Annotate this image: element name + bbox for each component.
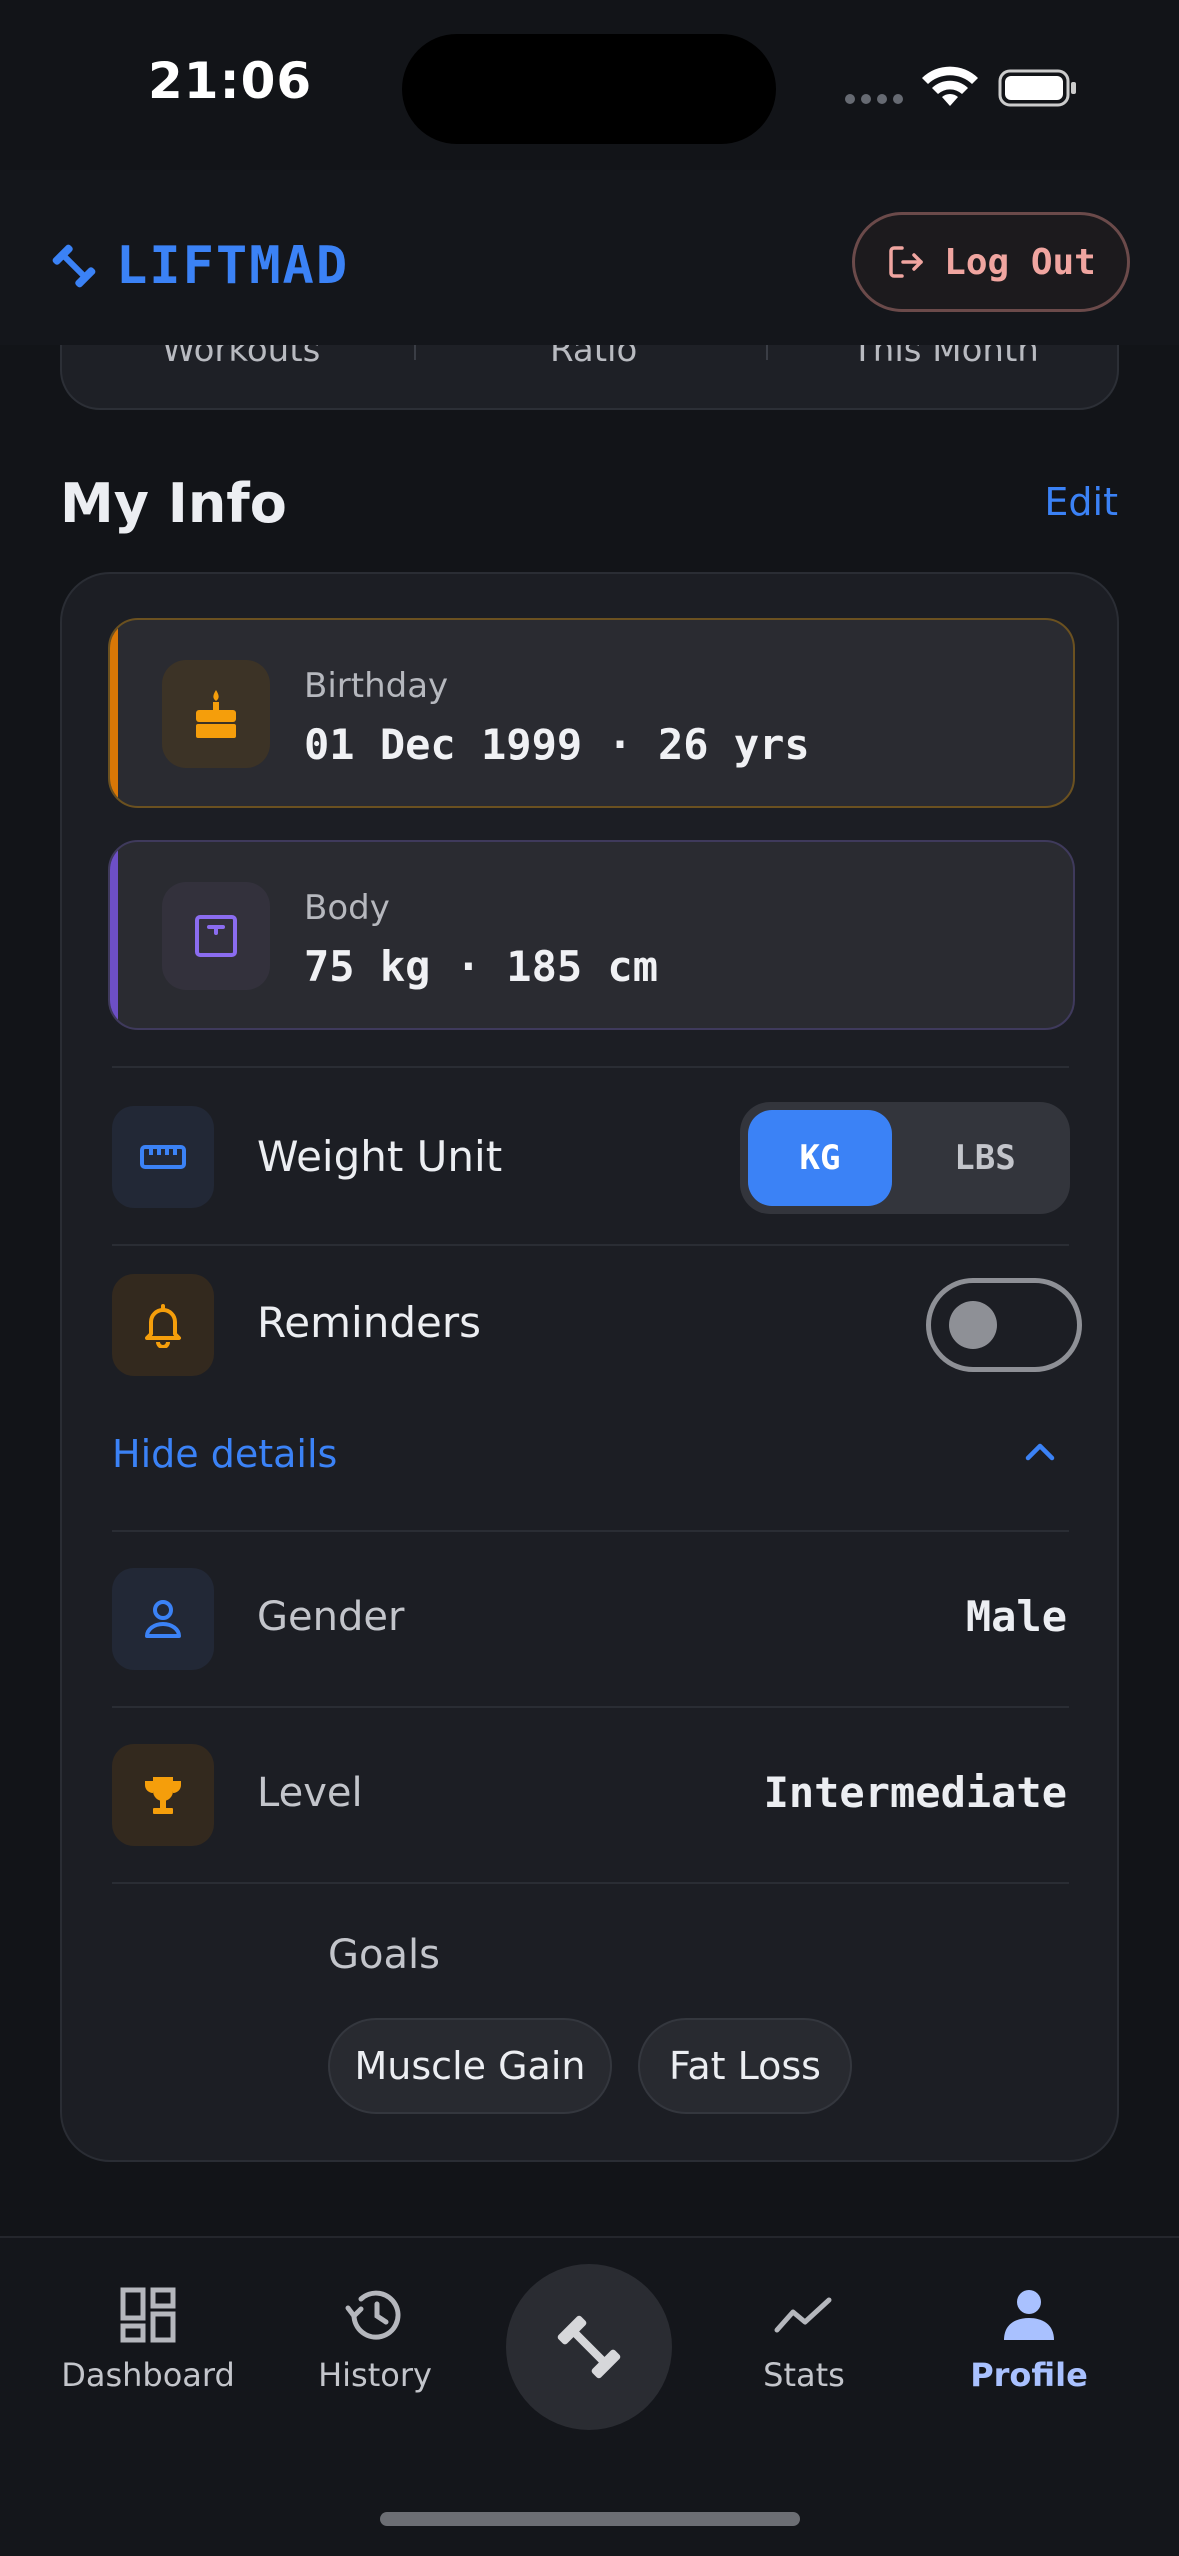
nav-item-history[interactable]: History [265, 2286, 485, 2394]
section-title-my-info: My Info [60, 472, 287, 535]
reminders-switch[interactable] [926, 1278, 1082, 1372]
dumbbell-icon [557, 2315, 621, 2379]
nav-label: Dashboard [61, 2356, 235, 2394]
brand-name: LIFTMAD [116, 236, 350, 296]
cake-icon [196, 690, 236, 738]
hide-details-link[interactable]: Hide details [112, 1432, 337, 1476]
goal-chip-muscle-gain: Muscle Gain [328, 2018, 612, 2114]
nav-label: Stats [763, 2356, 845, 2394]
gender-label: Gender [257, 1594, 405, 1640]
divider [112, 1244, 1069, 1246]
nav-item-dashboard[interactable]: Dashboard [38, 2286, 258, 2394]
gender-value: Male [965, 1592, 1067, 1641]
scale-icon-container [162, 882, 270, 990]
history-icon [345, 2290, 401, 2340]
cake-icon-container [162, 660, 270, 768]
scale-icon [195, 915, 237, 957]
person-icon [145, 1600, 181, 1638]
brand-logo: LIFTMAD [50, 236, 349, 296]
unit-option-lbs[interactable]: LBS [910, 1110, 1060, 1206]
reminders-label: Reminders [257, 1298, 481, 1347]
body-value: 75 kg · 185 cm [304, 942, 659, 991]
unit-option-kg[interactable]: KG [748, 1110, 892, 1206]
cellular-signal-icon [845, 94, 903, 104]
person-icon-container [112, 1568, 214, 1670]
bell-icon-container [112, 1274, 214, 1376]
bottom-nav: Dashboard History Stats Profile [0, 2236, 1179, 2556]
start-workout-button[interactable] [506, 2264, 672, 2430]
bell-icon [145, 1304, 181, 1348]
weight-unit-label: Weight Unit [257, 1132, 503, 1181]
profile-icon [1004, 2290, 1054, 2340]
body-label: Body [304, 888, 390, 928]
logout-label: Log Out [944, 241, 1096, 283]
trophy-icon-container [112, 1744, 214, 1846]
my-info-card: Birthday 01 Dec 1999 · 26 yrs Body 75 kg… [60, 572, 1119, 2162]
body-tile[interactable]: Body 75 kg · 185 cm [108, 840, 1075, 1030]
logout-button[interactable]: Log Out [852, 212, 1130, 312]
divider [112, 1882, 1069, 1884]
edit-button[interactable]: Edit [1044, 480, 1118, 524]
goals-label: Goals [328, 1932, 440, 1978]
ruler-icon [140, 1145, 186, 1169]
birthday-label: Birthday [304, 666, 449, 706]
ruler-icon-container [112, 1106, 214, 1208]
nav-label: Profile [970, 2356, 1088, 2394]
dashboard-icon [120, 2287, 176, 2343]
logout-icon [889, 246, 923, 278]
stats-icon [774, 2297, 832, 2333]
dumbbell-logo-icon [52, 244, 96, 288]
nav-item-stats[interactable]: Stats [694, 2286, 914, 2394]
trophy-icon [145, 1777, 181, 1814]
wifi-icon [922, 66, 978, 106]
goal-chip-fat-loss: Fat Loss [638, 2018, 852, 2114]
birthday-tile[interactable]: Birthday 01 Dec 1999 · 26 yrs [108, 618, 1075, 808]
accent-bar [110, 842, 118, 1028]
birthday-value: 01 Dec 1999 · 26 yrs [304, 720, 810, 769]
chevron-up-icon[interactable] [1020, 1436, 1060, 1466]
divider [112, 1706, 1069, 1708]
divider [112, 1530, 1069, 1532]
level-value: Intermediate [763, 1768, 1067, 1817]
dynamic-island [402, 34, 776, 144]
status-time: 21:06 [148, 52, 313, 110]
nav-label: History [318, 2356, 432, 2394]
app-header: LIFTMAD Log Out [0, 170, 1179, 345]
accent-bar [110, 620, 118, 806]
divider [112, 1066, 1069, 1068]
level-label: Level [257, 1770, 363, 1816]
home-indicator [380, 2512, 800, 2526]
battery-icon [998, 69, 1076, 107]
switch-knob [949, 1301, 997, 1349]
nav-item-profile[interactable]: Profile [919, 2286, 1139, 2394]
weight-unit-toggle: KG LBS [740, 1102, 1070, 1214]
